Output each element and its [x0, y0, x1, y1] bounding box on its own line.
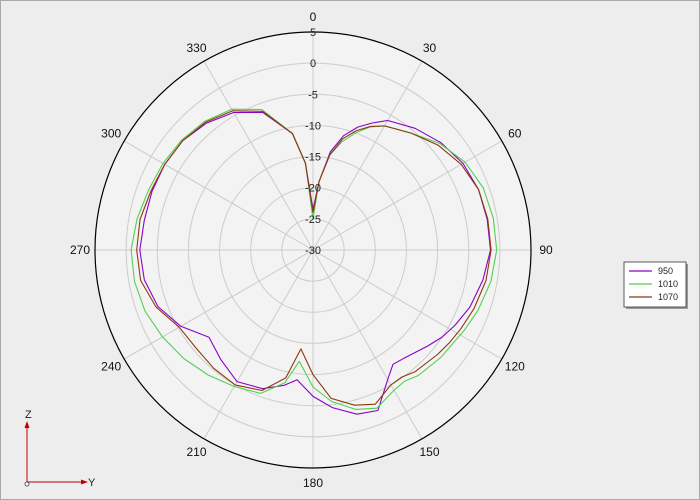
legend-label-1070: 1070: [658, 292, 678, 302]
radial-tick-label: -25: [305, 214, 321, 226]
angle-tick-label: 300: [101, 127, 121, 141]
radial-tick-label: 5: [310, 27, 316, 39]
radial-tick-label: -15: [305, 152, 321, 164]
angle-tick-label: 330: [186, 41, 206, 55]
angle-tick-label: 0: [310, 10, 317, 24]
axis-triad: Z Y: [24, 409, 96, 489]
legend-label-950: 950: [658, 266, 673, 276]
polar-chart: 0 30 60 90 120 150 180 210 240 270 300 330 5 0 -5 -10 -1…: [24, 10, 688, 490]
radial-tick-label: -5: [308, 89, 318, 101]
angle-tick-label: 240: [101, 360, 121, 374]
angle-tick-label: 210: [186, 445, 206, 459]
angle-tick-label: 60: [508, 127, 522, 141]
legend-label-1010: 1010: [658, 279, 678, 289]
triad-z-label: Z: [25, 409, 32, 421]
angle-tick-label: 30: [423, 41, 437, 55]
angle-tick-label: 270: [70, 243, 90, 257]
legend: 950 1010 1070: [623, 261, 688, 309]
radial-tick-label: -20: [305, 183, 321, 195]
radial-tick-label: -10: [305, 120, 321, 132]
triad-y-arrow: [81, 479, 88, 485]
radial-tick-label: 0: [310, 58, 316, 70]
triad-y-label: Y: [88, 477, 96, 489]
angle-tick-label: 180: [303, 476, 323, 490]
triad-origin: [24, 481, 30, 487]
angle-tick-label: 120: [505, 360, 525, 374]
radial-tick-label: -30: [305, 245, 321, 257]
angle-tick-label: 150: [419, 445, 439, 459]
triad-z-arrow: [24, 421, 30, 428]
angle-tick-label: 90: [539, 243, 553, 257]
